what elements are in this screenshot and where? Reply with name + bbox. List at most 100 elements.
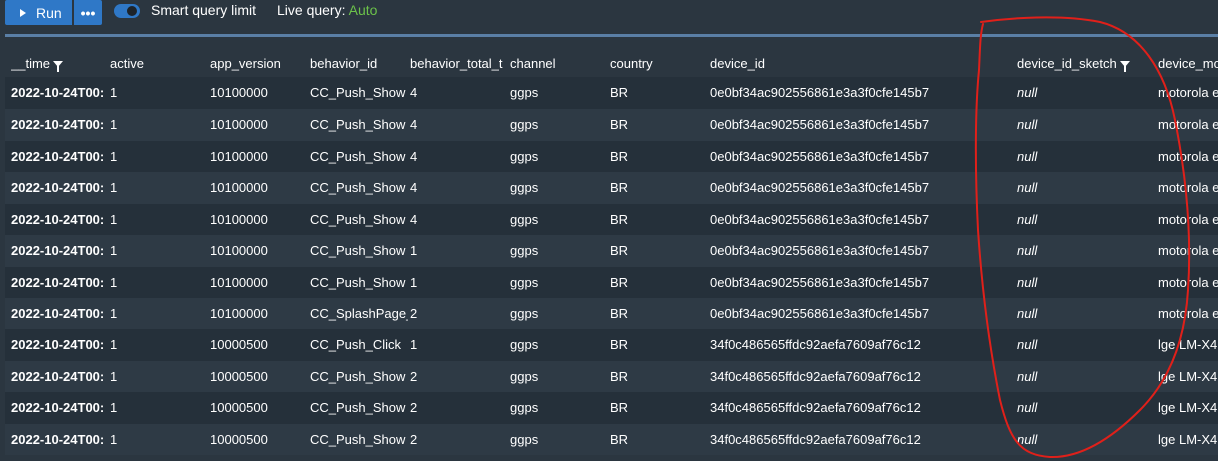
cell-device-id: 0e0bf34ac902556861e3a3f0cfe145b7: [710, 275, 930, 290]
cell-time: 2022-10-24T00:: [11, 212, 105, 227]
cell-country: BR: [610, 149, 629, 164]
cell-device-model: motorola e: [1158, 85, 1218, 100]
table-row[interactable]: 2022-10-24T00: 1 10100000 CC_Push_Show 1 ggps…: [5, 267, 1218, 298]
cell-device-model: lge LM-X4: [1158, 400, 1218, 415]
live-query-indicator[interactable]: Live query: Auto: [277, 2, 377, 18]
column-header-behavior-total[interactable]: behavior_total_t: [410, 48, 505, 77]
table-row[interactable]: 2022-10-24T00: 1 10000500 CC_Push_Show 2 ggps…: [5, 424, 1218, 455]
table-row[interactable]: 2022-10-24T00: 1 10100000 CC_Push_Show 4 ggps…: [5, 204, 1218, 235]
run-button[interactable]: Run: [5, 0, 72, 25]
cell-active: 1: [110, 149, 118, 164]
cell-app-version: 10100000: [210, 180, 268, 195]
filter-icon[interactable]: [53, 61, 64, 72]
column-header-device-model[interactable]: device_mo: [1158, 48, 1218, 77]
column-header-country[interactable]: country: [610, 48, 708, 77]
cell-channel: ggps: [510, 243, 539, 258]
cell-country: BR: [610, 212, 629, 227]
cell-behavior-total: 2: [410, 400, 418, 415]
smart-query-toggle[interactable]: [114, 4, 140, 18]
cell-time: 2022-10-24T00:: [11, 243, 105, 258]
column-header-channel[interactable]: channel: [510, 48, 608, 77]
column-header-label: device_mo: [1158, 56, 1218, 71]
cell-device-id-sketch: null: [1017, 275, 1038, 290]
table-row[interactable]: 2022-10-24T00: 1 10000500 CC_Push_Show 2 ggps…: [5, 361, 1218, 392]
cell-device-model: motorola e: [1158, 306, 1218, 321]
cell-channel: ggps: [510, 212, 539, 227]
cell-behavior-id: CC_Push_Show: [310, 149, 406, 164]
column-header-label: behavior_id: [310, 56, 378, 71]
query-view: Run ••• Smart query limit Live query: Au…: [0, 0, 1218, 461]
cell-channel: ggps: [510, 117, 539, 132]
column-header-behavior-id[interactable]: behavior_id: [310, 48, 408, 77]
cell-channel: ggps: [510, 400, 539, 415]
cell-behavior-id: CC_Push_Show: [310, 117, 406, 132]
cell-time: 2022-10-24T00:: [11, 400, 105, 415]
cell-device-model: motorola e: [1158, 180, 1218, 195]
smart-query-label: Smart query limit: [151, 2, 257, 18]
cell-channel: ggps: [510, 306, 539, 321]
table-row[interactable]: 2022-10-24T00: 1 10100000 CC_Push_Show 4 ggps…: [5, 77, 1218, 109]
cell-channel: ggps: [510, 149, 539, 164]
cell-active: 1: [110, 275, 118, 290]
cell-behavior-total: 2: [410, 369, 418, 384]
cell-device-id: 0e0bf34ac902556861e3a3f0cfe145b7: [710, 212, 930, 227]
cell-channel: ggps: [510, 275, 539, 290]
cell-behavior-id: CC_Push_Click: [310, 337, 402, 352]
cell-behavior-id: CC_Push_Show: [310, 369, 406, 384]
table-row[interactable]: 2022-10-24T00: 1 10100000 CC_SplashPage_S2 g…: [5, 298, 1218, 329]
column-header-label: device_id_sketch: [1017, 56, 1117, 71]
table-row[interactable]: 2022-10-24T00: 1 10100000 CC_Push_Show 4 ggps…: [5, 109, 1218, 141]
column-header-time[interactable]: __time: [11, 48, 108, 77]
cell-channel: ggps: [510, 180, 539, 195]
cell-behavior-id: CC_Push_Show: [310, 432, 406, 447]
cell-country: BR: [610, 432, 629, 447]
table-row[interactable]: 2022-10-24T00: 1 10000500 CC_Push_Click 1 ggp…: [5, 329, 1218, 361]
table-row[interactable]: 2022-10-24T00: 1 10100000 CC_Push_Show 4 ggps…: [5, 172, 1218, 204]
table-row[interactable]: 2022-10-24T00: 1 10000500 CC_Push_Show 2 ggps…: [5, 392, 1218, 424]
cell-device-model: lge LM-X4: [1158, 369, 1218, 384]
cell-country: BR: [610, 85, 629, 100]
cell-time: 2022-10-24T00:: [11, 180, 105, 195]
cell-time: 2022-10-24T00:: [11, 337, 105, 352]
table-row[interactable]: 2022-10-24T00: 1 10100000 CC_Push_Show 1 ggps…: [5, 235, 1218, 267]
more-options-button[interactable]: •••: [74, 0, 102, 25]
cell-device-id-sketch: null: [1017, 149, 1038, 164]
column-header-app-version[interactable]: app_version: [210, 48, 308, 77]
cell-device-id-sketch: null: [1017, 306, 1038, 321]
cell-active: 1: [110, 117, 118, 132]
cell-time: 2022-10-24T00:: [11, 306, 105, 321]
cell-device-model: lge LM-X4: [1158, 432, 1218, 447]
cell-device-model: lge LM-X4: [1158, 337, 1218, 352]
filter-icon[interactable]: [1119, 61, 1130, 72]
live-query-value: Auto: [348, 2, 378, 18]
column-header-device-id-sketch[interactable]: device_id_sketch: [1017, 48, 1155, 77]
cell-device-model: motorola e: [1158, 149, 1218, 164]
column-header-active[interactable]: active: [110, 48, 208, 77]
cell-app-version: 10000500: [210, 337, 268, 352]
table-row[interactable]: 2022-10-24T00: 1 10100000 CC_Push_Show 4 ggps…: [5, 141, 1218, 172]
cell-behavior-id: CC_Push_Show: [310, 180, 406, 195]
cell-device-id-sketch: null: [1017, 432, 1038, 447]
cell-device-id: 0e0bf34ac902556861e3a3f0cfe145b7: [710, 117, 930, 132]
cell-device-id: 34f0c486565ffdc92aefa7609af76c12: [710, 400, 921, 415]
cell-behavior-total: 4: [410, 85, 418, 100]
column-header-label: country: [610, 56, 653, 71]
play-icon: [20, 8, 26, 17]
cell-active: 1: [110, 212, 118, 227]
cell-active: 1: [110, 400, 118, 415]
cell-active: 1: [110, 243, 118, 258]
column-header-device-id[interactable]: device_id: [710, 48, 1010, 77]
cell-time: 2022-10-24T00:: [11, 149, 105, 164]
cell-time: 2022-10-24T00:: [11, 432, 105, 447]
cell-country: BR: [610, 117, 629, 132]
cell-device-id: 0e0bf34ac902556861e3a3f0cfe145b7: [710, 180, 930, 195]
cell-device-id-sketch: null: [1017, 337, 1038, 352]
cell-country: BR: [610, 243, 629, 258]
cell-country: BR: [610, 400, 629, 415]
cell-behavior-id: CC_SplashPage_S: [310, 306, 408, 321]
run-button-label: Run: [36, 4, 62, 21]
cell-time: 2022-10-24T00:: [11, 369, 105, 384]
column-header-label: app_version: [210, 56, 281, 71]
column-header-label: device_id: [710, 56, 765, 71]
cell-country: BR: [610, 337, 629, 352]
